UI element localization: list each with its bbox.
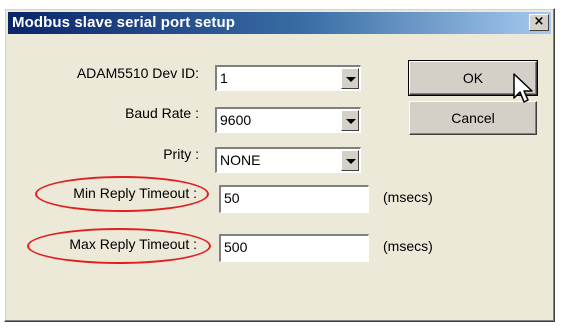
min-reply-timeout-label: Min Reply Timeout :	[73, 185, 197, 201]
min-timeout-unit: (msecs)	[383, 189, 433, 205]
dropdown-arrow-icon[interactable]	[341, 150, 359, 171]
dev-id-label: ADAM5510 Dev ID:	[76, 65, 199, 81]
min-reply-timeout-value: 50	[224, 190, 240, 206]
close-icon: ×	[533, 14, 545, 29]
baud-rate-select[interactable]: 9600	[215, 107, 361, 133]
dev-id-value: 1	[220, 70, 228, 86]
modbus-setup-dialog: Modbus slave serial port setup × ADAM551…	[4, 8, 555, 322]
mouse-pointer-icon	[513, 73, 533, 103]
max-reply-timeout-input[interactable]: 500	[219, 234, 369, 262]
min-reply-timeout-input[interactable]: 50	[219, 185, 369, 213]
dialog-title: Modbus slave serial port setup	[12, 14, 236, 31]
close-button[interactable]: ×	[529, 14, 549, 31]
ok-label: OK	[462, 70, 484, 86]
dropdown-arrow-icon[interactable]	[341, 110, 359, 131]
max-timeout-unit: (msecs)	[383, 238, 433, 254]
baud-rate-label: Baud Rate :	[125, 105, 199, 121]
title-bar[interactable]: Modbus slave serial port setup ×	[8, 12, 551, 34]
max-reply-timeout-label: Max Reply Timeout :	[69, 236, 197, 252]
max-reply-timeout-value: 500	[224, 239, 248, 255]
cancel-label: Cancel	[451, 110, 495, 126]
dropdown-arrow-icon[interactable]	[341, 68, 359, 89]
parity-value: NONE	[220, 152, 261, 168]
parity-label: Prity :	[163, 146, 199, 162]
dev-id-select[interactable]: 1	[215, 65, 361, 91]
parity-select[interactable]: NONE	[215, 147, 361, 173]
baud-rate-value: 9600	[220, 112, 252, 128]
